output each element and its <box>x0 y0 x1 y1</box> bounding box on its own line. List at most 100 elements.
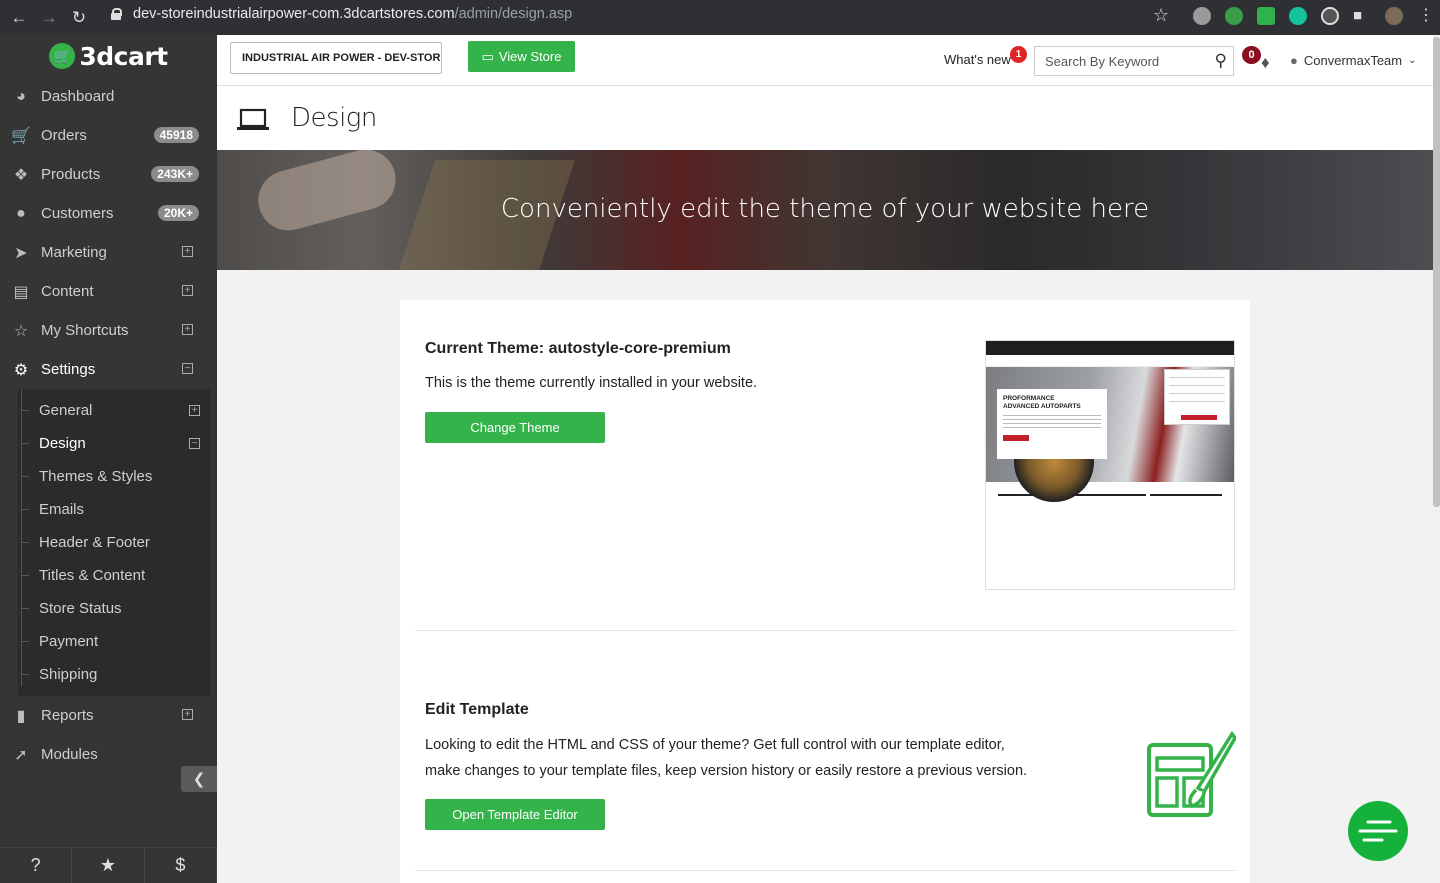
help-icon[interactable]: ? <box>0 848 73 883</box>
expand-icon[interactable]: + <box>182 285 193 296</box>
preview-heading: ADVANCED AUTOPARTS <box>1003 403 1081 410</box>
theme-preview-thumbnail[interactable]: PROFORMANCE ADVANCED AUTOPARTS <box>985 340 1235 590</box>
submenu-label: Shipping <box>39 666 98 683</box>
profile-avatar[interactable] <box>1385 7 1403 25</box>
submenu-label: Themes & Styles <box>39 468 153 485</box>
collapse-sidebar-button[interactable]: ❮ <box>181 766 217 792</box>
submenu-label: Titles & Content <box>39 567 146 584</box>
menu-kebab-icon[interactable]: ⋮ <box>1418 5 1436 24</box>
preview-subnav <box>986 355 1234 367</box>
tags-icon: ❖ <box>13 166 29 184</box>
hero-banner: Conveniently edit the theme of your webs… <box>217 150 1433 270</box>
submenu-item-emails[interactable]: Emails <box>18 493 210 526</box>
store-selector[interactable]: INDUSTRIAL AIR POWER - DEV-STOREIND <box>230 42 442 74</box>
url-path: /admin/design.asp <box>454 6 573 22</box>
bell-icon[interactable]: ♦ <box>1261 53 1270 73</box>
design-card: Current Theme: autostyle-core-premium Th… <box>400 300 1250 883</box>
browser-toolbar: ← → ↻ dev-storeindustrialairpower-com.3d… <box>0 0 1440 35</box>
preview-cart-dropdown <box>1164 369 1230 425</box>
submenu-item-themes-styles[interactable]: Themes & Styles <box>18 460 210 493</box>
star-icon: ☆ <box>13 322 29 340</box>
preview-text-lines <box>1003 415 1101 431</box>
sidebar-item-reports[interactable]: ▮ Reports + <box>0 696 217 735</box>
current-theme-title: Current Theme: autostyle-core-premium <box>425 340 731 357</box>
preview-button <box>1003 435 1029 441</box>
submenu-label: Emails <box>39 501 85 518</box>
collapse-icon[interactable]: − <box>189 438 200 449</box>
cart-icon: 🛒 <box>11 127 31 145</box>
sidebar-item-marketing[interactable]: ➤ Marketing + <box>0 233 217 272</box>
user-icon: ● <box>1290 53 1298 68</box>
logo[interactable]: 🛒 3dcart <box>0 35 217 77</box>
bookmark-star-icon[interactable]: ☆ <box>1153 5 1169 26</box>
submenu-item-header-footer[interactable]: Header & Footer <box>18 526 210 559</box>
address-bar[interactable]: dev-storeindustrialairpower-com.3dcartst… <box>111 6 572 22</box>
back-arrow-icon[interactable]: ← <box>8 7 30 29</box>
url-host: dev-storeindustrialairpower-com.3dcartst… <box>133 6 455 22</box>
forward-arrow-icon[interactable]: → <box>38 7 60 29</box>
grammarly-icon[interactable] <box>1289 7 1307 25</box>
sidebar-item-settings[interactable]: ⚙ Settings − <box>0 350 217 389</box>
top-bar: INDUSTRIAL AIR POWER - DEV-STOREIND ▭ Vi… <box>217 35 1433 86</box>
sidebar-item-label: Content <box>41 283 94 300</box>
edit-template-title: Edit Template <box>425 701 529 718</box>
bar-chart-icon: ▮ <box>16 707 26 725</box>
user-icon: ● <box>16 204 26 222</box>
extension-icon[interactable] <box>1225 7 1243 25</box>
expand-icon[interactable]: + <box>182 709 193 720</box>
scrollbar-thumb[interactable] <box>1433 37 1440 507</box>
submenu-item-shipping[interactable]: Shipping <box>18 658 210 691</box>
change-theme-button[interactable]: Change Theme <box>425 412 605 443</box>
extension-shield-icon[interactable] <box>1257 7 1275 25</box>
search-icon[interactable]: ⚲ <box>1215 51 1227 71</box>
user-menu[interactable]: ● ConvermaxTeam ⌄ <box>1290 53 1417 68</box>
arrow-left-circle-icon: ❮ <box>192 771 206 788</box>
sidebar-item-orders[interactable]: 🛒 Orders 45918 <box>0 116 217 155</box>
notification-count-badge: 0 <box>1242 46 1261 64</box>
favorites-star-icon[interactable]: ★ <box>72 848 145 883</box>
page-scrollbar[interactable] <box>1433 35 1440 883</box>
search-input[interactable]: Search By Keyword ⚲ <box>1034 46 1234 76</box>
settings-submenu: General + Design − Themes & Styles Email… <box>18 389 210 696</box>
expand-icon[interactable]: + <box>189 405 200 416</box>
submenu-item-payment[interactable]: Payment <box>18 625 210 658</box>
expand-icon[interactable]: + <box>182 246 193 257</box>
collapse-icon[interactable]: − <box>182 363 193 374</box>
view-store-label: View Store <box>498 49 562 64</box>
submenu-label: General <box>39 402 93 419</box>
document-icon: ▤ <box>13 283 29 301</box>
sidebar-item-my-shortcuts[interactable]: ☆ My Shortcuts + <box>0 311 217 350</box>
sidebar-item-label: My Shortcuts <box>41 322 129 339</box>
reload-icon[interactable]: ↻ <box>68 7 90 29</box>
submenu-label: Payment <box>39 633 99 650</box>
sidebar-item-content[interactable]: ▤ Content + <box>0 272 217 311</box>
preview-hero: PROFORMANCE ADVANCED AUTOPARTS <box>986 367 1234 502</box>
rocket-icon: ➚ <box>14 746 28 764</box>
view-store-button[interactable]: ▭ View Store <box>468 41 575 72</box>
edit-template-description-line2: make changes to your template files, kee… <box>425 763 1028 779</box>
submenu-item-store-status[interactable]: Store Status <box>18 592 210 625</box>
sidebar-footer: ? ★ $ <box>0 847 217 883</box>
extension-icon[interactable] <box>1193 7 1211 25</box>
whats-new-link[interactable]: What's new <box>944 52 1011 67</box>
sidebar-item-products[interactable]: ❖ Products 243K+ <box>0 155 217 194</box>
open-template-editor-button[interactable]: Open Template Editor <box>425 799 605 830</box>
billing-dollar-icon[interactable]: $ <box>145 848 217 883</box>
sidebar-item-label: Orders <box>41 127 87 144</box>
dashboard-icon: ◕ <box>16 87 26 105</box>
puzzle-icon[interactable]: ■ <box>1353 7 1371 25</box>
submenu-item-design[interactable]: Design − <box>18 427 210 460</box>
chat-lines-icon <box>1358 820 1398 842</box>
expand-icon[interactable]: + <box>182 324 193 335</box>
section-divider <box>415 630 1235 631</box>
submenu-item-titles-content[interactable]: Titles & Content <box>18 559 210 592</box>
preview-hero-box: PROFORMANCE ADVANCED AUTOPARTS <box>997 389 1107 459</box>
sidebar-item-customers[interactable]: ● Customers 20K+ <box>0 194 217 233</box>
megaphone-icon: ➤ <box>14 244 28 262</box>
logo-text: 3dcart <box>79 41 168 71</box>
products-count-badge: 243K+ <box>151 166 199 182</box>
extension-icon[interactable] <box>1321 7 1339 25</box>
chat-widget-button[interactable] <box>1348 801 1408 861</box>
sidebar-item-dashboard[interactable]: ◕ Dashboard <box>0 77 217 116</box>
submenu-item-general[interactable]: General + <box>18 394 210 427</box>
